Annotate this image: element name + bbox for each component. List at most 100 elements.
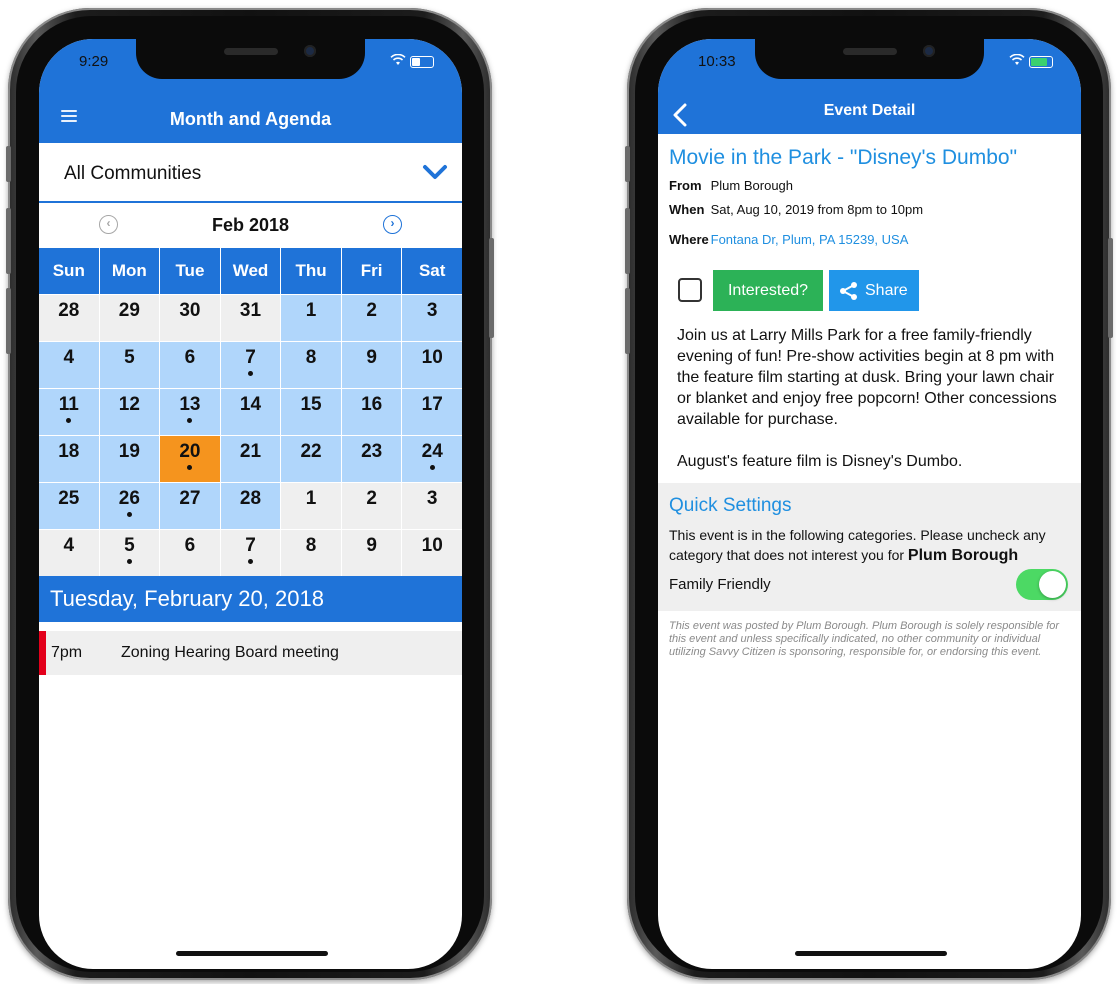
calendar-day[interactable]: 28 [39, 295, 99, 341]
calendar-day[interactable]: 29 [99, 295, 160, 341]
agenda-time: 7pm [51, 644, 83, 661]
calendar-day[interactable]: 22 [281, 436, 341, 482]
day-number: 3 [426, 488, 438, 509]
chevron-down-icon[interactable] [422, 161, 448, 183]
month-navigator: ‹ Feb 2018 › [39, 203, 462, 245]
screen-event-detail: 10:33 Event Detail Movie in the Park - "… [658, 39, 1081, 969]
calendar-day-today[interactable]: 20 [160, 436, 220, 482]
calendar-day[interactable]: 31 [220, 295, 281, 341]
calendar-day[interactable]: 1 [281, 295, 341, 341]
calendar-day[interactable]: 7 [220, 530, 281, 576]
interested-checkbox[interactable] [678, 278, 702, 302]
calendar-day[interactable]: 5 [99, 530, 160, 576]
day-number: 7 [245, 535, 256, 556]
share-button[interactable]: Share [829, 270, 919, 311]
quick-settings-description: This event is in the following categorie… [669, 525, 1069, 566]
interested-button[interactable]: Interested? [713, 270, 823, 311]
calendar-day[interactable]: 17 [402, 389, 462, 435]
day-number: 9 [366, 347, 377, 368]
home-indicator[interactable] [795, 951, 947, 956]
calendar-day[interactable]: 2 [341, 483, 402, 529]
day-number: 16 [361, 394, 383, 415]
home-indicator[interactable] [176, 951, 328, 956]
calendar-day[interactable]: 12 [99, 389, 160, 435]
day-number: 3 [426, 300, 438, 321]
next-month-icon[interactable]: › [383, 215, 402, 234]
event-description: Join us at Larry Mills Park for a free f… [677, 325, 1067, 472]
day-number: 14 [239, 394, 262, 415]
day-number: 4 [63, 535, 75, 556]
day-number: 4 [63, 347, 75, 368]
category-label: Family Friendly [669, 576, 771, 593]
day-number: 28 [239, 488, 262, 509]
calendar-day[interactable]: 9 [341, 530, 402, 576]
community-selector[interactable]: All Communities [39, 143, 462, 203]
day-number: 28 [58, 300, 80, 321]
day-number: 23 [361, 441, 383, 462]
calendar-day[interactable]: 25 [39, 483, 99, 529]
weekday-label: Sat [402, 248, 462, 294]
calendar-day[interactable]: 21 [220, 436, 281, 482]
calendar-day[interactable]: 19 [99, 436, 160, 482]
calendar-day[interactable]: 16 [341, 389, 402, 435]
calendar-day[interactable]: 28 [220, 483, 281, 529]
calendar-day[interactable]: 18 [39, 436, 99, 482]
calendar-day[interactable]: 6 [160, 530, 220, 576]
calendar-day[interactable]: 8 [281, 342, 341, 388]
day-number: 2 [366, 300, 377, 321]
calendar-day[interactable]: 6 [160, 342, 220, 388]
calendar-day[interactable]: 23 [341, 436, 402, 482]
day-number: 20 [179, 441, 201, 462]
share-label: Share [865, 282, 908, 299]
agenda-item[interactable]: 7pm Zoning Hearing Board meeting [39, 631, 462, 675]
calendar-grid: 28 29 30 31 1 2 3 4 5 6 7 8 9 10 11 12 13 14 15 16 17 18 19 20 2… [39, 295, 462, 576]
event-where: Where Fontana Dr, Plum, PA 15239, USA [669, 232, 1069, 247]
notch [755, 39, 984, 79]
calendar-day[interactable]: 7 [220, 342, 281, 388]
when-value: Sat, Aug 10, 2019 from 8pm to 10pm [710, 202, 924, 217]
day-number: 18 [58, 441, 80, 462]
calendar-day[interactable]: 4 [39, 342, 99, 388]
calendar-day[interactable]: 4 [39, 530, 99, 576]
calendar-day[interactable]: 14 [220, 389, 281, 435]
calendar-day[interactable]: 10 [402, 530, 462, 576]
calendar-day[interactable]: 30 [160, 295, 220, 341]
calendar-day[interactable]: 2 [341, 295, 402, 341]
calendar-day[interactable]: 11 [39, 389, 99, 435]
battery-icon [1029, 55, 1053, 68]
day-number: 21 [239, 441, 262, 462]
event-when: When Sat, Aug 10, 2019 from 8pm to 10pm [669, 202, 1069, 217]
quick-settings-title: Quick Settings [669, 495, 792, 516]
description-paragraph-1: Join us at Larry Mills Park for a free f… [677, 327, 1057, 428]
day-number: 29 [118, 300, 140, 321]
category-toggle[interactable] [1016, 569, 1068, 600]
calendar-day[interactable]: 3 [402, 295, 462, 341]
calendar-day[interactable]: 24 [402, 436, 462, 482]
phone-frame-right: 10:33 Event Detail Movie in the Park - "… [625, 8, 1113, 980]
day-number: 5 [124, 535, 135, 556]
calendar-day[interactable]: 13 [160, 389, 220, 435]
where-link[interactable]: Fontana Dr, Plum, PA 15239, USA [711, 232, 909, 247]
calendar-day[interactable]: 10 [402, 342, 462, 388]
day-number: 2 [366, 488, 377, 509]
calendar-day[interactable]: 27 [160, 483, 220, 529]
day-number: 8 [305, 347, 317, 368]
calendar-day[interactable]: 15 [281, 389, 341, 435]
calendar-day[interactable]: 3 [402, 483, 462, 529]
calendar-day[interactable]: 1 [281, 483, 341, 529]
calendar-day[interactable]: 8 [281, 530, 341, 576]
day-number: 22 [300, 441, 322, 462]
calendar-day[interactable]: 26 [99, 483, 160, 529]
phone-button [6, 208, 11, 274]
day-number: 6 [184, 535, 196, 556]
phone-button [6, 146, 11, 182]
calendar-day[interactable]: 9 [341, 342, 402, 388]
day-number: 12 [118, 394, 140, 415]
day-number: 27 [179, 488, 201, 509]
day-number: 8 [305, 535, 317, 556]
calendar-day[interactable]: 5 [99, 342, 160, 388]
phone-button [6, 288, 11, 354]
toggle-knob [1039, 571, 1066, 598]
nav-title: Month and Agenda [169, 109, 332, 129]
quick-settings-org: Plum Borough [907, 547, 1019, 564]
